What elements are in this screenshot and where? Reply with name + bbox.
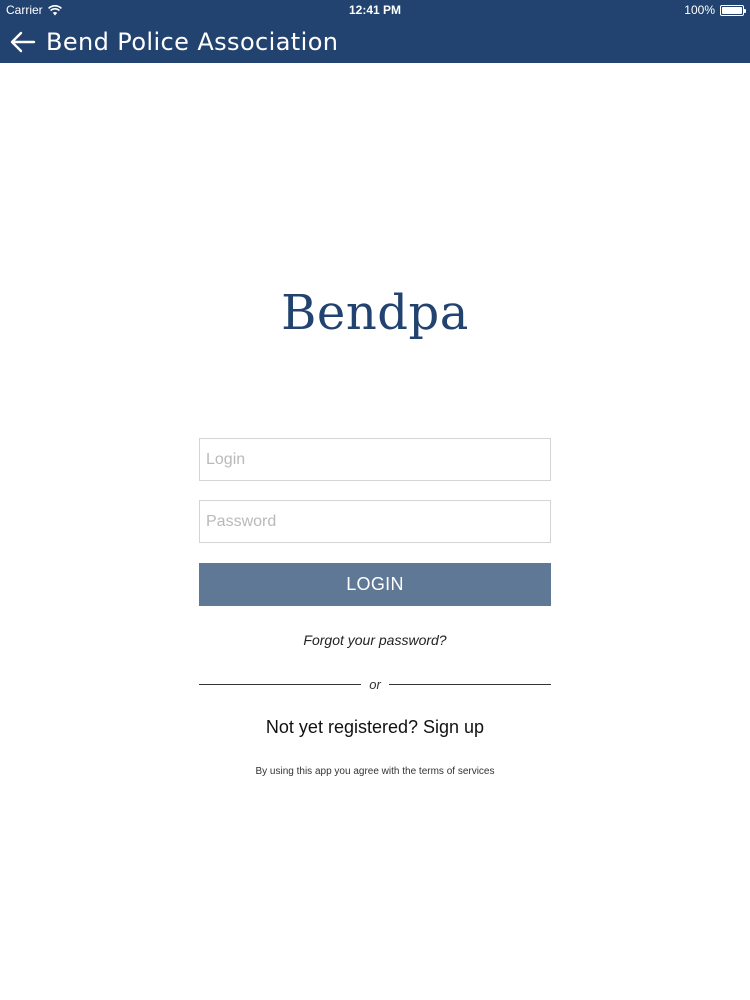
nav-bar: Bend Police Association [0, 21, 750, 63]
forgot-password-link[interactable]: Forgot your password? [0, 632, 750, 648]
status-battery: 100% [684, 3, 746, 17]
arrow-left-icon [10, 31, 36, 53]
login-button[interactable]: LOGIN [199, 563, 551, 606]
divider-line-left [199, 683, 362, 685]
signup-link[interactable]: Not yet registered? Sign up [0, 717, 750, 738]
brand-logo: Bendpa [281, 285, 469, 341]
status-time: 12:41 PM [348, 3, 402, 17]
terms-text: By using this app you agree with the ter… [255, 766, 495, 777]
back-button[interactable] [0, 21, 36, 63]
login-input[interactable] [199, 438, 551, 481]
login-screen: Carrier 12:41 PM 100% Bend Police Associ… [0, 0, 750, 1000]
top-bar: Carrier 12:41 PM 100% Bend Police Associ… [0, 0, 750, 63]
divider-line-right [388, 683, 551, 685]
battery-percentage: 100% [684, 3, 715, 17]
nav-title: Bend Police Association [46, 28, 339, 56]
battery-icon [720, 4, 746, 16]
status-bar: Carrier 12:41 PM 100% [0, 0, 750, 21]
password-input[interactable] [199, 500, 551, 543]
divider-label: or [369, 676, 381, 692]
or-divider: or [199, 676, 551, 692]
